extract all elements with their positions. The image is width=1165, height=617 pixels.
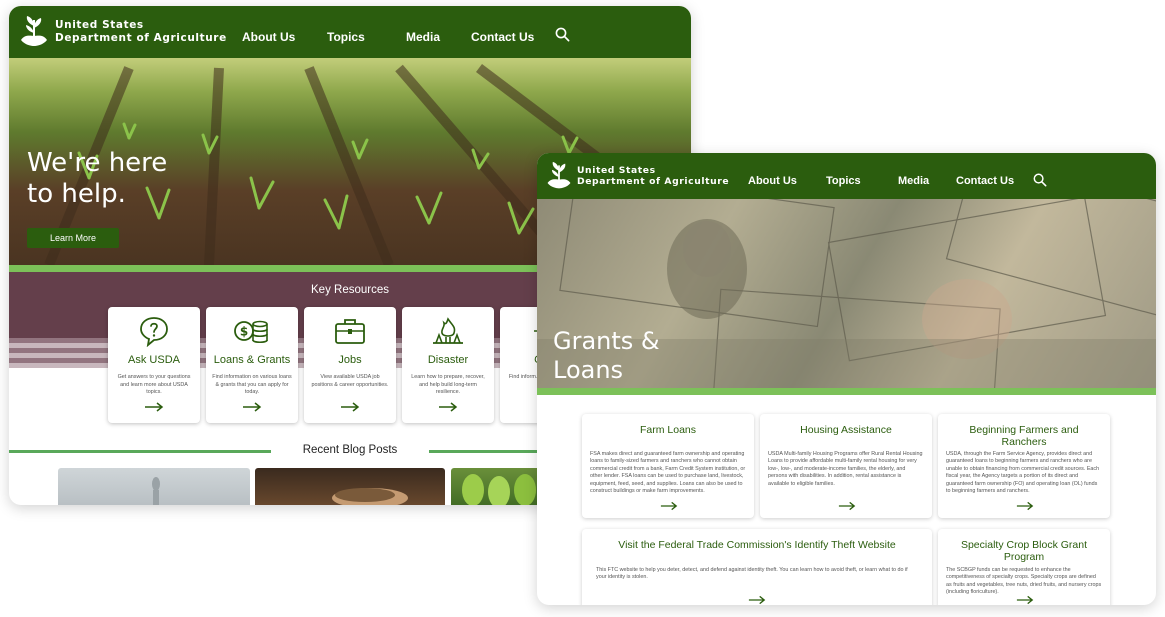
learn-more-button[interactable]: Learn More — [27, 228, 119, 248]
program-title: Housing Assistance — [800, 424, 892, 436]
hero-headline: Grants & Loans — [553, 327, 660, 385]
nav-about-us[interactable]: About Us — [242, 30, 295, 44]
resource-title: Loans & Grants — [213, 354, 291, 366]
hero-accent-bar — [537, 388, 1156, 395]
program-card-beginning-farmers[interactable]: Beginning Farmers and Ranchers USDA, thr… — [938, 414, 1110, 518]
resource-title: Jobs — [338, 354, 362, 366]
program-description: USDA, through the Farm Service Agency, p… — [946, 451, 1100, 495]
nav-topics[interactable]: Topics — [826, 175, 861, 187]
agency-name: United States Department of Agriculture — [55, 19, 227, 45]
coins-stack-icon: $ — [234, 320, 268, 344]
nav-contact-us[interactable]: Contact Us — [471, 30, 534, 44]
resource-title: Disaster — [427, 354, 469, 366]
program-card-housing-assistance[interactable]: Housing Assistance USDA Multi-family Hou… — [760, 414, 932, 518]
agency-name-line1: United States — [55, 18, 144, 31]
search-icon[interactable] — [555, 27, 570, 42]
hero-headline-line1: We're here — [27, 148, 168, 178]
resource-description: View available USDA job positions & care… — [311, 374, 389, 388]
program-description: This FTC website to help you deter, dete… — [596, 567, 908, 581]
top-navigation: United States Department of Agriculture … — [537, 153, 1156, 199]
bitter-melon-image — [462, 474, 536, 505]
hero-headline-line2: Loans — [553, 355, 624, 384]
arrow-right-icon — [243, 402, 262, 412]
blog-post-thumbnail[interactable] — [451, 468, 541, 505]
top-navigation: United States Department of Agriculture … — [9, 6, 691, 58]
search-icon[interactable] — [1033, 173, 1047, 187]
resource-card-loans-grants[interactable]: $ Loans & Grants Find information on var… — [206, 307, 298, 423]
usda-logo[interactable]: United States Department of Agriculture — [17, 14, 227, 50]
nav-about-us[interactable]: About Us — [748, 175, 797, 187]
blog-post-thumbnail[interactable] — [58, 468, 250, 505]
hero-headline-line2: to help. — [27, 179, 126, 210]
resource-description: Get answers to your questions and learn … — [117, 374, 191, 396]
usda-logo-icon — [547, 161, 571, 189]
wildfire-icon — [433, 317, 463, 344]
program-description: USDA Multi-family Housing Programs offer… — [768, 451, 923, 487]
agency-name: United States Department of Agriculture — [577, 165, 729, 188]
arrow-right-icon — [660, 501, 678, 511]
hero-money-image: Grants & Loans — [537, 199, 1156, 388]
program-card-farm-loans[interactable]: Farm Loans FSA makes direct and guarante… — [582, 414, 754, 518]
program-description: FSA makes direct and guaranteed farm own… — [590, 451, 746, 495]
agency-name-line2: Department of Agriculture — [55, 32, 227, 44]
person-silhouette-image — [152, 477, 160, 505]
program-title: Visit the Federal Trade Commission's Ide… — [618, 539, 896, 551]
usda-logo[interactable]: United States Department of Agriculture — [544, 160, 729, 192]
resource-description: Find information on various loans & gran… — [212, 374, 292, 396]
arrow-right-icon — [1016, 501, 1034, 511]
nav-topics[interactable]: Topics — [327, 30, 365, 44]
resource-card-disaster[interactable]: Disaster Learn how to prepare, recover, … — [402, 307, 494, 423]
arrow-right-icon — [1016, 595, 1034, 605]
nav-media[interactable]: Media — [898, 175, 929, 187]
resource-card-ask-usda[interactable]: Ask USDA Get answers to your questions a… — [108, 307, 200, 423]
hands-holding-soil-image — [332, 488, 408, 505]
usda-logo-icon — [21, 16, 47, 46]
program-title: Farm Loans — [639, 424, 697, 436]
agency-name-line2: Department of Agriculture — [577, 176, 730, 187]
arrow-right-icon — [439, 402, 458, 412]
program-title: Specialty Crop Block Grant Program — [960, 539, 1088, 564]
blog-post-thumbnail[interactable] — [255, 468, 445, 505]
svg-text:$: $ — [240, 325, 248, 339]
arrow-right-icon — [838, 501, 856, 511]
hero-headline-line1: Grants & — [553, 327, 660, 355]
hero-headline: We're here to help. — [27, 148, 167, 210]
program-title: Beginning Farmers and Ranchers — [969, 424, 1079, 449]
arrow-right-icon — [748, 595, 766, 605]
arrow-right-icon — [145, 402, 164, 412]
resource-card-jobs[interactable]: Jobs View available USDA job positions &… — [304, 307, 396, 423]
resource-title: Ask USDA — [128, 354, 180, 366]
briefcase-icon — [335, 319, 365, 344]
grants-loans-page-window: United States Department of Agriculture … — [537, 153, 1156, 605]
resource-description: Learn how to prepare, recover, and help … — [411, 374, 485, 396]
program-card-ftc-identity-theft[interactable]: Visit the Federal Trade Commission's Ide… — [582, 529, 932, 605]
program-card-specialty-crop[interactable]: Specialty Crop Block Grant Program The S… — [938, 529, 1110, 605]
nav-contact-us[interactable]: Contact Us — [956, 175, 1014, 187]
question-bubble-icon — [140, 317, 168, 347]
nav-media[interactable]: Media — [406, 30, 440, 44]
arrow-right-icon — [341, 402, 360, 412]
program-description: The SCBGP funds can be requested to enha… — [946, 567, 1102, 596]
agency-name-line1: United States — [577, 164, 656, 176]
